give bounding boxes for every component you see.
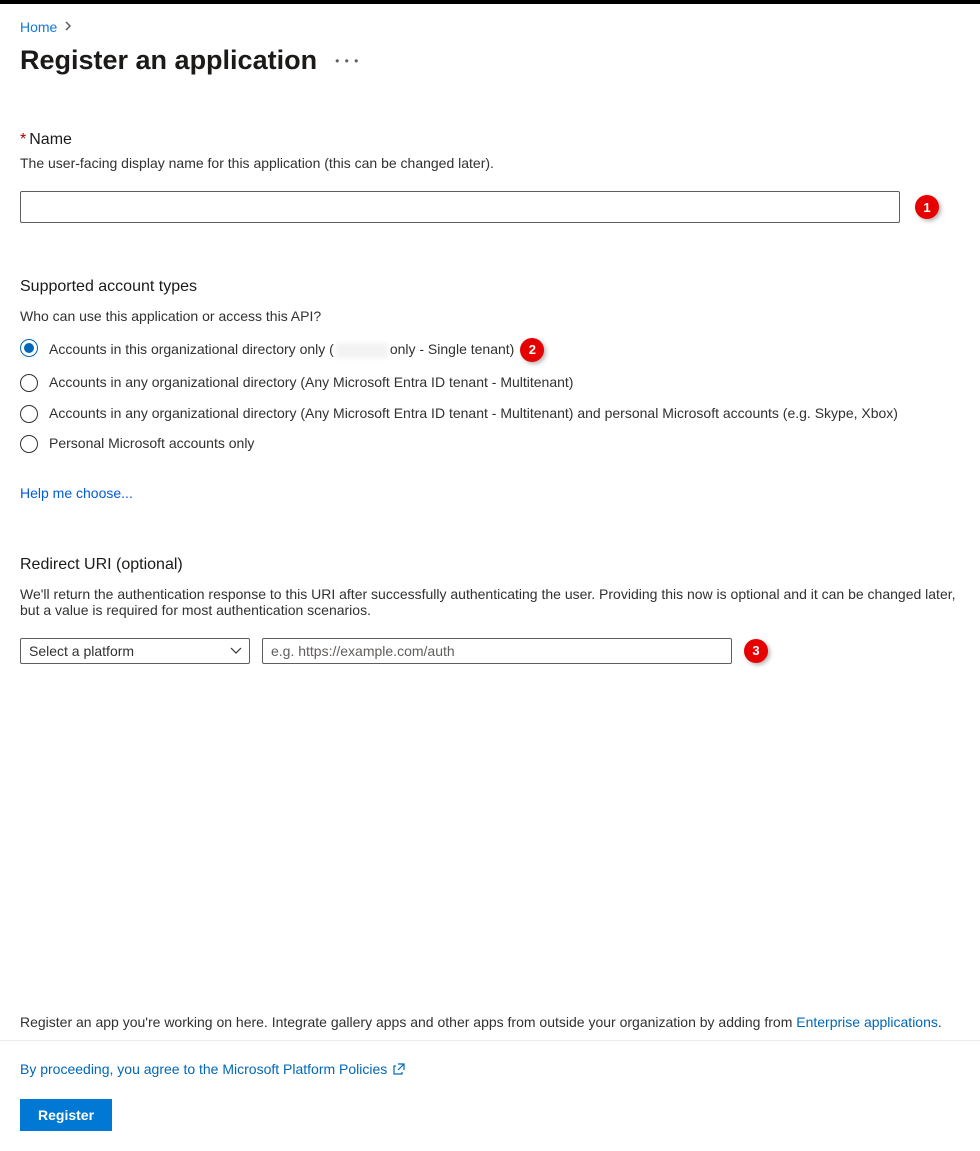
radio-multi-tenant[interactable] xyxy=(20,374,38,392)
register-button[interactable]: Register xyxy=(20,1099,112,1131)
name-description: The user-facing display name for this ap… xyxy=(20,155,960,171)
name-label: *Name xyxy=(20,131,960,149)
app-name-input[interactable] xyxy=(20,191,900,223)
redirect-uri-description: We'll return the authentication response… xyxy=(20,586,960,618)
radio-multi-tenant-label: Accounts in any organizational directory… xyxy=(49,373,573,393)
radio-single-tenant[interactable] xyxy=(20,339,38,357)
radio-multi-tenant-personal-label: Accounts in any organizational directory… xyxy=(49,404,898,424)
help-me-choose-link[interactable]: Help me choose... xyxy=(20,485,133,501)
breadcrumb-home-link[interactable]: Home xyxy=(20,19,57,35)
bottom-hint-text: Register an app you're working on here. … xyxy=(0,1014,980,1040)
chevron-right-icon xyxy=(65,21,73,34)
footer: By proceeding, you agree to the Microsof… xyxy=(0,1040,980,1151)
platform-select[interactable]: Select a platform xyxy=(20,638,250,664)
annotation-badge-1: 1 xyxy=(915,195,939,219)
radio-personal-only-label: Personal Microsoft accounts only xyxy=(49,434,254,454)
account-types-question: Who can use this application or access t… xyxy=(20,308,960,324)
page-title: Register an application xyxy=(20,45,317,76)
platform-policies-link[interactable]: By proceeding, you agree to the Microsof… xyxy=(20,1061,960,1077)
breadcrumb: Home xyxy=(20,19,960,35)
radio-multi-tenant-personal[interactable] xyxy=(20,405,38,423)
annotation-badge-3: 3 xyxy=(744,639,768,663)
more-actions-icon[interactable]: • • • xyxy=(335,54,359,68)
enterprise-applications-link[interactable]: Enterprise applications xyxy=(796,1014,938,1030)
redirect-uri-title: Redirect URI (optional) xyxy=(20,556,960,574)
redacted-tenant-name xyxy=(336,343,388,358)
required-asterisk-icon: * xyxy=(20,131,26,148)
redirect-uri-input[interactable] xyxy=(262,638,732,664)
radio-single-tenant-label: Accounts in this organizational director… xyxy=(49,338,544,362)
radio-personal-only[interactable] xyxy=(20,435,38,453)
annotation-badge-2: 2 xyxy=(520,338,544,362)
platform-select-value: Select a platform xyxy=(29,643,134,659)
account-types-title: Supported account types xyxy=(20,278,960,296)
external-link-icon xyxy=(393,1063,405,1075)
